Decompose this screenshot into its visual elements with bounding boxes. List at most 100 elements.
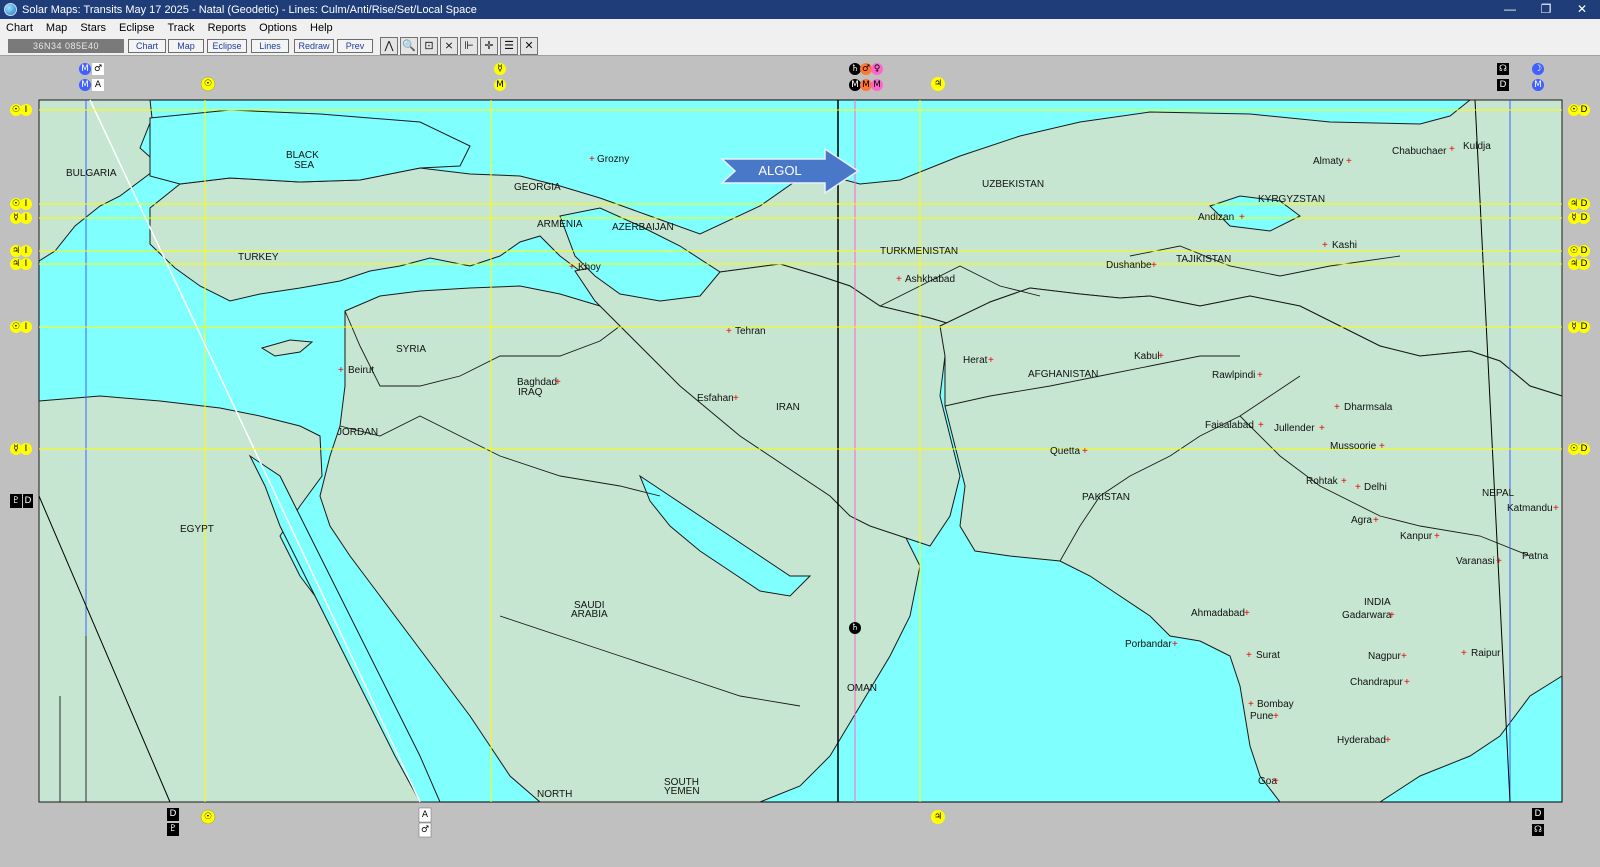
maximize-button[interactable]: ❐ [1528,0,1564,19]
clear-icon[interactable]: ⨯ [440,37,458,55]
chart-button[interactable]: Chart [128,39,166,53]
eclipse-button[interactable]: Eclipse [207,39,247,53]
svg-text:+: + [1334,402,1340,413]
legend-icon[interactable]: ☰ [500,37,518,55]
svg-text:Kabul: Kabul [1134,351,1160,362]
svg-text:Nagpur: Nagpur [1368,651,1401,662]
svg-text:Andizan: Andizan [1198,212,1234,223]
city-marker: Esfahan + [697,393,739,404]
svg-text:+: + [1401,651,1407,662]
svg-text:+: + [1404,677,1410,688]
close-button[interactable]: ✕ [1564,0,1600,19]
measure-icon[interactable]: ⊩ [460,37,478,55]
menu-map[interactable]: Map [40,22,74,34]
compass-icon[interactable]: ⋀ [380,37,398,55]
svg-text:D: D [170,809,177,819]
svg-text:☉: ☉ [12,105,20,115]
map-button[interactable]: Map [168,39,204,53]
lines-button[interactable]: Lines [251,39,289,53]
svg-text:I: I [25,259,28,269]
country-label: YEMEN [664,786,700,797]
svg-text:M: M [873,80,881,90]
map-canvas[interactable]: ALGOL BULGARIA BLACK SEA GEORGIA ARMENIA… [0,56,1600,867]
svg-text:Kuldja: Kuldja [1463,141,1491,152]
svg-text:+: + [1346,156,1352,167]
city-marker: Pune + [1250,711,1279,722]
country-label: ARMENIA [537,219,583,230]
app-globe-icon [4,3,17,16]
city-marker: + Kashi [1322,240,1357,251]
zoom-icon[interactable]: 🔍 [400,37,418,55]
svg-text:+: + [589,154,595,165]
svg-text:Mussoorie: Mussoorie [1330,441,1377,452]
svg-text:♃: ♃ [1570,259,1578,269]
svg-text:Bombay: Bombay [1257,699,1294,710]
svg-text:I: I [25,199,28,209]
svg-text:Porbandar: Porbandar [1125,639,1172,650]
svg-text:☿: ☿ [1571,322,1577,332]
city-marker: Chandrapur + [1350,677,1410,688]
city-marker: + Delhi [1355,482,1387,493]
svg-text:Dharmsala: Dharmsala [1344,402,1393,413]
svg-text:D: D [1581,105,1588,115]
svg-text:+: + [1434,531,1440,542]
city-marker: Quetta + [1050,446,1088,457]
crosshair-icon[interactable]: ✛ [480,37,498,55]
svg-text:D: D [1500,80,1507,90]
menu-stars[interactable]: Stars [74,22,113,34]
menu-options[interactable]: Options [253,22,304,34]
svg-text:☉: ☉ [1570,246,1578,256]
svg-text:+: + [1172,639,1178,650]
svg-text:Herat: Herat [963,355,988,366]
city-marker: + Ashkhabad [896,274,955,285]
svg-text:+: + [338,365,344,376]
svg-text:☿: ☿ [13,444,19,454]
svg-text:D: D [1581,199,1588,209]
svg-text:Faisalabad: Faisalabad [1205,420,1254,431]
svg-text:☊: ☊ [1499,64,1507,74]
prev-button[interactable]: Prev [337,39,373,53]
svg-text:+: + [1449,144,1455,155]
svg-text:+: + [1246,650,1252,661]
menu-help[interactable]: Help [304,22,340,34]
svg-text:D: D [1581,213,1588,223]
svg-text:+: + [1257,370,1263,381]
country-label: AZERBAIJAN [612,222,674,233]
svg-text:♄: ♄ [851,623,859,633]
svg-text:Hyderabad: Hyderabad [1337,735,1386,746]
country-label: AFGHANISTAN [1028,369,1098,380]
minimize-button[interactable]: — [1492,0,1528,19]
country-label: ARABIA [571,609,608,620]
svg-text:Chandrapur: Chandrapur [1350,677,1403,688]
fit-icon[interactable]: ⊡ [420,37,438,55]
svg-text:☉: ☉ [204,79,212,89]
menu-reports[interactable]: Reports [202,22,254,34]
menu-chart[interactable]: Chart [0,22,40,34]
svg-text:I: I [25,213,28,223]
svg-text:Esfahan: Esfahan [697,393,734,404]
country-label: OMAN [847,683,877,694]
country-label: SEA [294,160,314,171]
svg-text:Kanpur: Kanpur [1400,531,1433,542]
svg-text:Surat: Surat [1256,650,1280,661]
svg-text:+: + [1373,515,1379,526]
city-marker: Chabuchaer + [1392,144,1455,157]
svg-text:♃: ♃ [934,812,942,822]
svg-text:M: M [81,80,89,90]
lines-icon[interactable]: ✕ [520,37,538,55]
svg-text:+: + [1496,556,1502,567]
svg-text:Patna: Patna [1522,551,1549,562]
svg-text:+: + [726,326,732,337]
svg-text:I: I [25,105,28,115]
city-marker: Almaty + [1313,156,1352,167]
svg-text:Khoy: Khoy [578,262,601,273]
menu-bar: Chart Map Stars Eclipse Track Reports Op… [0,19,1600,36]
menu-track[interactable]: Track [161,22,201,34]
redraw-button[interactable]: Redraw [294,39,334,53]
svg-text:D: D [1581,259,1588,269]
svg-text:Kashi: Kashi [1332,240,1357,251]
svg-text:I: I [25,444,28,454]
toolbar: 36N34 085E40 Chart Map Eclipse Lines Red… [0,36,1600,56]
country-label: TAJIKISTAN [1176,254,1231,265]
menu-eclipse[interactable]: Eclipse [113,22,161,34]
